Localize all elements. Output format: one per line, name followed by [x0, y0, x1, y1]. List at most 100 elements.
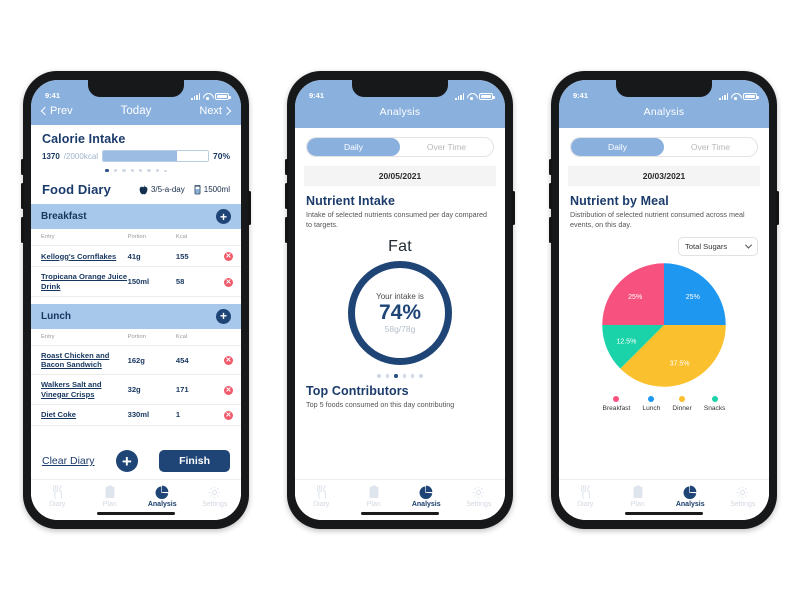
- delete-entry-icon[interactable]: ✕: [223, 385, 233, 395]
- kcal-cell: 155: [175, 245, 216, 268]
- legend-label: Snacks: [703, 405, 726, 413]
- carousel-dot[interactable]: [139, 169, 143, 173]
- carousel-dot[interactable]: [385, 374, 390, 378]
- next-day-button[interactable]: Next: [199, 105, 232, 117]
- table-header-row: Entry Portion Kcal: [31, 229, 241, 247]
- food-diary-header: Food Diary 3/5-a-day 1500ml: [42, 182, 230, 197]
- tab-diary[interactable]: Diary: [31, 485, 84, 508]
- carousel-dots[interactable]: [42, 169, 230, 173]
- carousel-dot[interactable]: [147, 169, 151, 173]
- water-label: 1500ml: [203, 185, 230, 195]
- analysis-segmented-control[interactable]: Daily Over Time: [306, 137, 494, 157]
- tab-settings[interactable]: Settings: [717, 486, 770, 508]
- tab-diary[interactable]: Diary: [295, 485, 348, 508]
- delete-entry-icon[interactable]: ✕: [223, 356, 233, 366]
- home-indicator: [625, 511, 703, 515]
- portion-cell: 32g: [127, 374, 176, 405]
- page-title: Analysis: [295, 102, 505, 128]
- add-food-button[interactable]: +: [216, 209, 231, 225]
- phone-nutrient-intake: 9:41 Analysis Daily Over Time 20/05/2021…: [285, 71, 515, 529]
- carousel-dot[interactable]: [105, 169, 109, 173]
- meal-header: Lunch +: [31, 303, 241, 329]
- wifi-icon: [203, 93, 212, 100]
- portion-cell: 150ml: [127, 266, 176, 297]
- tab-plan[interactable]: Plan: [612, 485, 665, 508]
- legend-item-breakfast[interactable]: Breakfast: [603, 396, 630, 412]
- tab-plan[interactable]: Plan: [84, 485, 137, 508]
- signal-icon: [191, 93, 200, 100]
- carousel-dot[interactable]: [419, 374, 423, 378]
- carousel-dots[interactable]: [295, 374, 505, 378]
- legend-label: Lunch: [642, 405, 661, 413]
- phone-diary: 9:41 Prev Today Next Calorie Intake 1370…: [21, 71, 251, 529]
- nutrient-intake-title: Nutrient Intake: [306, 194, 396, 208]
- carousel-dot[interactable]: [402, 374, 406, 378]
- carousel-dot[interactable]: [410, 374, 415, 378]
- carousel-dot[interactable]: [155, 169, 160, 173]
- table-row[interactable]: Roast Chicken and Bacon Sandwich 162g 454 ✕: [31, 345, 241, 376]
- status-time: 9:41: [309, 91, 325, 100]
- legend-item-dinner[interactable]: Dinner: [672, 396, 692, 412]
- tab-over-time[interactable]: Over Time: [400, 138, 493, 156]
- carousel-dot[interactable]: [113, 169, 118, 173]
- legend-item-snacks[interactable]: Snacks: [703, 396, 726, 413]
- date-bar[interactable]: 20/03/2021: [568, 166, 760, 186]
- analysis-segmented-control[interactable]: Daily Over Time: [570, 137, 758, 157]
- tab-analysis[interactable]: Analysis: [136, 485, 189, 508]
- table-row[interactable]: Diet Coke 330ml 1 ✕: [31, 404, 241, 426]
- pie-chart-icon: [155, 485, 169, 499]
- add-food-button[interactable]: +: [216, 308, 231, 324]
- legend-swatch: [648, 396, 655, 403]
- carousel-dot[interactable]: [164, 169, 167, 172]
- nutrient-select-dropdown[interactable]: Total Sugars: [678, 237, 758, 257]
- kcal-cell: 58: [175, 266, 216, 297]
- carousel-dot[interactable]: [377, 374, 381, 378]
- delete-entry-icon[interactable]: ✕: [223, 252, 233, 262]
- meal-table: Entry Portion Kcal Kellogg's Cornflakes 41g 1…: [31, 229, 241, 297]
- calorie-progress-bar: [102, 150, 209, 162]
- chevron-left-icon: [40, 106, 50, 116]
- legend-item-lunch[interactable]: Lunch: [642, 396, 660, 412]
- tab-diary[interactable]: Diary: [559, 485, 612, 508]
- carousel-dot[interactable]: [394, 374, 398, 378]
- date-bar[interactable]: 20/05/2021: [304, 166, 496, 186]
- status-time: 9:41: [573, 91, 589, 100]
- battery-icon: [743, 93, 759, 100]
- pie-slice-label: 25%: [628, 294, 643, 301]
- tab-daily[interactable]: Daily: [571, 138, 664, 156]
- tab-over-time[interactable]: Over Time: [664, 138, 757, 156]
- delete-entry-icon[interactable]: ✕: [223, 410, 233, 420]
- tab-label: Diary: [313, 501, 330, 508]
- table-row[interactable]: Tropicana Orange Juice Drink 150ml 58 ✕: [31, 266, 241, 297]
- tab-daily[interactable]: Daily: [307, 138, 400, 156]
- signal-icon: [455, 93, 464, 100]
- pie-chart-icon: [419, 485, 433, 499]
- entry-name-cell: Tropicana Orange Juice Drink: [31, 266, 128, 297]
- table-row[interactable]: Walkers Salt and Vinegar Crisps 32g 171 ✕: [31, 374, 241, 405]
- delete-entry-icon[interactable]: ✕: [223, 277, 233, 287]
- pie-chart-legend: Breakfast Lunch Dinner Snacks: [559, 396, 769, 412]
- prev-day-button[interactable]: Prev: [40, 105, 73, 117]
- portion-cell: 330ml: [127, 404, 176, 426]
- donut-amounts: 58g/78g: [384, 324, 416, 335]
- carousel-dot[interactable]: [122, 169, 126, 173]
- chevron-down-icon: [744, 241, 753, 250]
- donut-percent: 74%: [378, 301, 422, 325]
- clear-diary-button[interactable]: Clear Diary: [42, 455, 95, 467]
- cutlery-icon: [315, 485, 328, 499]
- tab-plan[interactable]: Plan: [348, 485, 401, 508]
- tab-settings[interactable]: Settings: [453, 486, 506, 508]
- diary-content: Calorie Intake 1370 /2000kcal 70% Food D…: [31, 125, 241, 479]
- calorie-progress-row: 1370 /2000kcal 70%: [42, 150, 230, 162]
- tab-label: Settings: [466, 500, 492, 508]
- table-row[interactable]: Kellogg's Cornflakes 41g 155 ✕: [31, 245, 241, 268]
- add-entry-button[interactable]: +: [115, 450, 138, 472]
- finish-button[interactable]: Finish: [159, 450, 230, 472]
- carousel-dot[interactable]: [130, 169, 134, 173]
- nutrient-by-meal-subtitle: Distribution of selected nutrient consum…: [570, 210, 745, 229]
- water-stat: 1500ml: [194, 185, 230, 195]
- tab-analysis[interactable]: Analysis: [400, 485, 453, 508]
- tab-settings[interactable]: Settings: [189, 486, 242, 508]
- analysis-content: Daily Over Time 20/03/2021 Nutrient by M…: [559, 128, 769, 479]
- tab-analysis[interactable]: Analysis: [664, 485, 717, 508]
